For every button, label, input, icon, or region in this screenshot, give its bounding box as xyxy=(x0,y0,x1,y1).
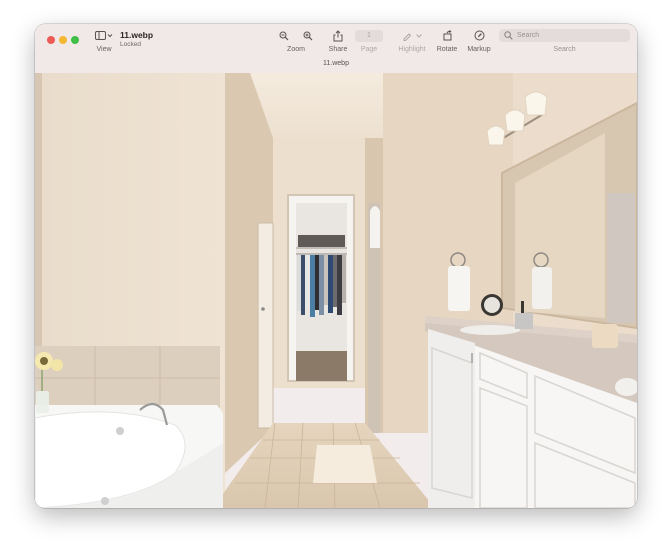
search-placeholder: Search xyxy=(517,32,540,39)
share-label: Share xyxy=(328,46,348,53)
highlight-icon xyxy=(403,32,412,41)
zoom-in-icon[interactable] xyxy=(303,31,313,41)
search-field[interactable]: Search xyxy=(499,29,630,42)
bathroom-photo xyxy=(35,73,637,508)
page-control[interactable]: 1 Page xyxy=(355,29,383,54)
rotate-button[interactable]: Rotate xyxy=(434,29,460,54)
page-number-field[interactable]: 1 xyxy=(355,29,383,42)
zoom-button-group[interactable]: Zoom xyxy=(274,29,318,54)
share-button[interactable]: Share xyxy=(325,29,351,54)
page-label: Page xyxy=(360,46,378,53)
zoom-out-icon[interactable] xyxy=(279,31,289,41)
rotate-icon xyxy=(443,30,452,41)
search-label: Search xyxy=(553,46,576,53)
markup-button[interactable]: Markup xyxy=(465,29,493,54)
filename-label: 11.webp xyxy=(323,60,349,67)
markup-label: Markup xyxy=(467,46,491,53)
markup-icon xyxy=(474,30,484,41)
zoom-label: Zoom xyxy=(287,46,305,53)
titlebar: View 11.webp Locked Zoom Share 1 Page Hi… xyxy=(35,24,637,74)
minimize-button[interactable] xyxy=(59,36,67,44)
preview-window: View 11.webp Locked Zoom Share 1 Page Hi… xyxy=(35,24,637,508)
highlight-label: Highlight xyxy=(398,46,426,53)
chevron-down-icon xyxy=(416,33,422,38)
document-title: 11.webp xyxy=(120,30,154,40)
share-icon xyxy=(333,29,343,41)
highlight-button[interactable]: Highlight xyxy=(395,29,429,54)
view-label: View xyxy=(96,46,112,53)
view-button[interactable]: View xyxy=(91,29,117,54)
document-status: Locked xyxy=(120,41,141,48)
chevron-down-icon xyxy=(107,33,113,37)
rotate-label: Rotate xyxy=(436,46,458,53)
search-icon xyxy=(504,31,513,40)
fullscreen-button[interactable] xyxy=(71,36,79,44)
sidebar-icon xyxy=(95,30,113,40)
close-button[interactable] xyxy=(47,36,55,44)
